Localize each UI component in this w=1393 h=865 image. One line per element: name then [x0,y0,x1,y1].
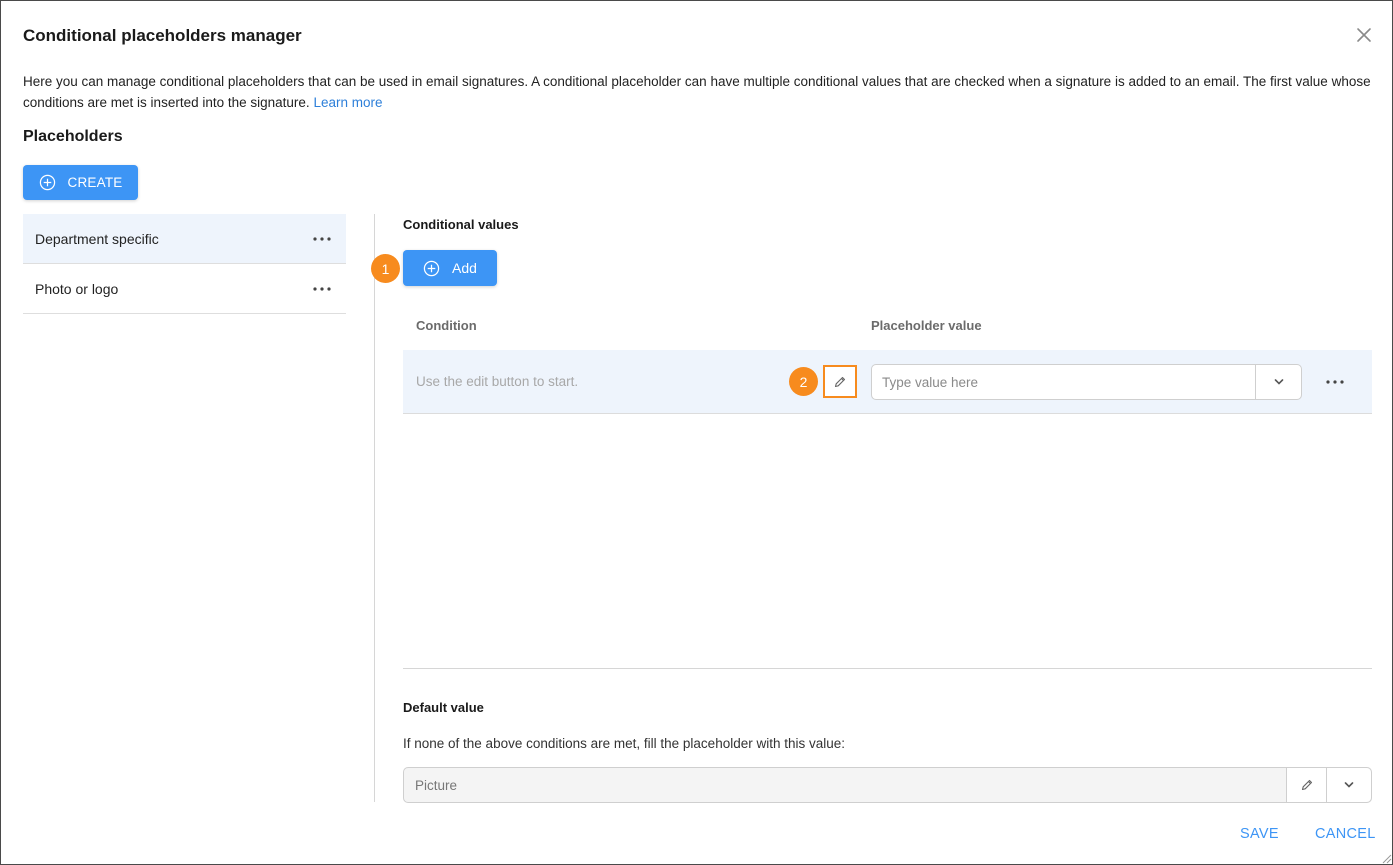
placeholder-item-department-specific[interactable]: Department specific [23,214,346,264]
placeholder-item-label: Photo or logo [35,280,119,297]
more-options-icon[interactable] [310,281,334,297]
vertical-divider [374,214,375,802]
description-text: Here you can manage conditional placehol… [23,74,1371,110]
conditional-values-title: Conditional values [403,217,519,232]
table-row: Use the edit button to start. [403,350,1372,414]
more-options-icon[interactable] [1323,374,1347,390]
add-button[interactable]: Add [403,250,497,286]
more-options-icon[interactable] [310,231,334,247]
plus-circle-icon [39,174,55,191]
column-header-condition: Condition [416,318,477,333]
dialog-title: Conditional placeholders manager [23,26,302,45]
chevron-down-icon [1344,782,1354,788]
placeholder-value-field [871,364,1302,400]
add-button-label: Add [452,260,477,276]
learn-more-link[interactable]: Learn more [313,95,382,110]
placeholder-item-photo-or-logo[interactable]: Photo or logo [23,264,346,314]
resize-handle-icon[interactable] [1380,852,1392,864]
default-value-text: Picture [415,777,458,793]
create-button[interactable]: CREATE [23,165,138,200]
step-badge-2: 2 [789,367,818,396]
default-value-dropdown-button[interactable] [1326,768,1371,802]
placeholder-list: Department specific Photo or logo [23,214,346,314]
pencil-icon [1301,779,1312,791]
placeholder-item-label: Department specific [35,230,159,247]
edit-condition-button[interactable] [823,365,857,398]
close-icon[interactable] [1354,25,1374,45]
edit-default-value-button[interactable] [1286,768,1326,802]
dialog-description: Here you can manage conditional placehol… [23,71,1373,113]
horizontal-divider [403,668,1372,669]
create-button-label: CREATE [67,175,123,190]
save-button[interactable]: SAVE [1240,826,1279,842]
default-value-title: Default value [403,700,484,715]
cancel-button[interactable]: CANCEL [1315,826,1376,842]
value-dropdown-button[interactable] [1255,365,1301,399]
default-value-description: If none of the above conditions are met,… [403,736,846,751]
plus-circle-icon [423,260,440,276]
condition-hint: Use the edit button to start. [416,374,579,389]
dialog: Conditional placeholders manager Here yo… [0,0,1393,865]
chevron-down-icon [1274,379,1283,385]
column-header-placeholder-value: Placeholder value [871,318,982,333]
pencil-icon [834,376,846,387]
placeholder-value-input[interactable] [872,365,1255,399]
step-badge-1: 1 [371,254,400,283]
placeholders-title: Placeholders [23,128,123,145]
default-value-field: Picture [403,767,1372,803]
